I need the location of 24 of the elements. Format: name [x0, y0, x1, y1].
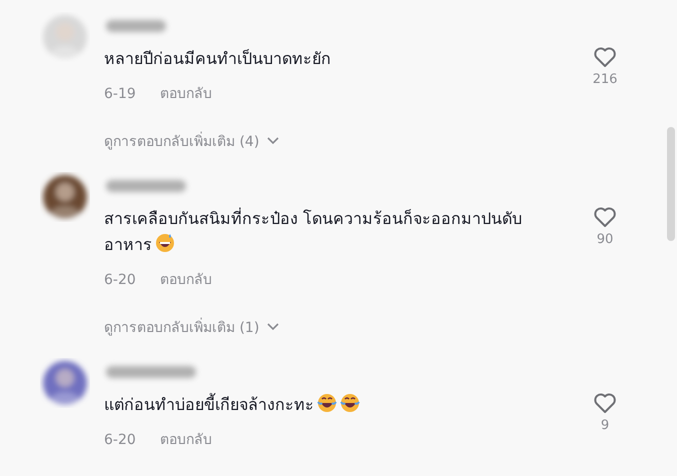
- tears-of-joy-emoji-icon: [317, 393, 337, 413]
- comment-date: 6-20: [104, 432, 136, 448]
- like-count: 216: [592, 72, 618, 87]
- heart-icon[interactable]: [593, 206, 617, 228]
- chevron-down-icon: [267, 137, 280, 145]
- comment-text: แต่ก่อนทำบ่อยขี้เกียจล้างกะทะ: [104, 392, 544, 418]
- reply-link[interactable]: ตอบกลับ: [160, 268, 212, 290]
- view-more-replies-link[interactable]: ดูการตอบกลับเพิ่มเติม (4): [104, 130, 585, 152]
- comment-text: หลายปีก่อนมีคนทำเป็นบาดทะยัก: [104, 48, 332, 70]
- comment-date: 6-19: [104, 86, 136, 102]
- reply-link[interactable]: ตอบกลับ: [160, 428, 212, 450]
- heart-icon[interactable]: [593, 46, 617, 68]
- chevron-down-icon: [267, 323, 280, 331]
- like-count: 9: [600, 418, 610, 433]
- blurred-username: [106, 20, 166, 32]
- heart-icon[interactable]: [593, 392, 617, 414]
- tears-of-joy-emoji-icon: [340, 393, 360, 413]
- comment-date: 6-20: [104, 272, 136, 288]
- reply-link[interactable]: ตอบกลับ: [160, 82, 212, 104]
- comment-text: สารเคลือบกันสนิมที่กระป๋อง โดนความร้อนก็จะออกมาปนดับอาหาร: [104, 206, 524, 256]
- scrollbar-thumb[interactable]: [667, 127, 675, 241]
- grinning-sweat-emoji-icon: [155, 233, 175, 253]
- view-more-replies-link[interactable]: ดูการตอบกลับเพิ่มเติม (1): [104, 316, 585, 338]
- like-count: 90: [596, 232, 614, 247]
